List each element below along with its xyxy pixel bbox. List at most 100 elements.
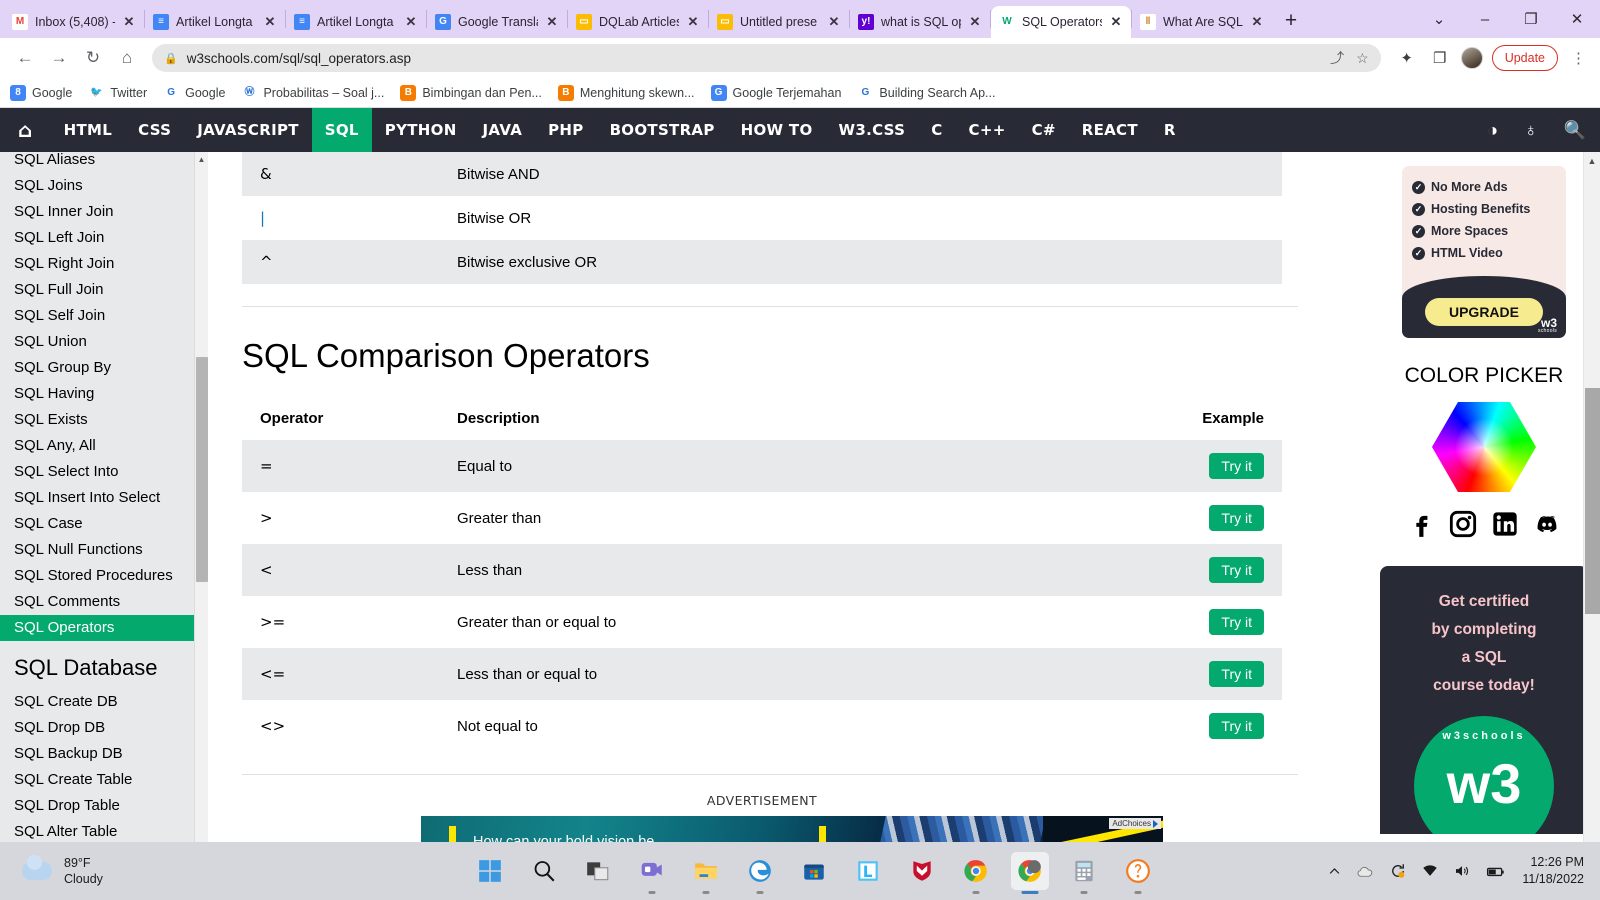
- w3nav-item-java[interactable]: JAVA: [470, 108, 536, 152]
- certification-promo-card[interactable]: Get certified by completing a SQL course…: [1380, 566, 1588, 834]
- discord-icon[interactable]: [1533, 510, 1561, 538]
- weather-widget[interactable]: 89°F Cloudy: [0, 855, 300, 887]
- browser-tab[interactable]: ≡ Artikel Longta ✕: [286, 6, 426, 38]
- share-icon[interactable]: ⤴: [1330, 48, 1344, 68]
- sidebar-item-sql-create-db[interactable]: SQL Create DB: [0, 689, 208, 715]
- start-button[interactable]: [471, 852, 509, 890]
- browser-tab[interactable]: y! what is SQL op ✕: [850, 6, 990, 38]
- tab-close-icon[interactable]: ✕: [404, 14, 418, 30]
- color-picker-widget[interactable]: [1368, 402, 1600, 492]
- sidebar-item-sql-select-into[interactable]: SQL Select Into: [0, 459, 208, 485]
- task-view-icon[interactable]: [579, 852, 617, 890]
- taskbar-clock[interactable]: 12:26 PM 11/18/2022: [1522, 854, 1600, 888]
- browser-tab[interactable]: ▭ DQLab Articles ✕: [568, 6, 708, 38]
- w3-home-icon[interactable]: ⌂: [0, 108, 51, 152]
- browser-tab[interactable]: ▭ Untitled prese ✕: [709, 6, 849, 38]
- home-button[interactable]: ⌂: [112, 43, 142, 73]
- tab-close-icon[interactable]: ✕: [686, 14, 700, 30]
- sidebar-item-sql-left-join[interactable]: SQL Left Join: [0, 225, 208, 251]
- w3nav-item-html[interactable]: HTML: [51, 108, 125, 152]
- upgrade-promo-card[interactable]: ✓ No More Ads ✓ Hosting Benefits ✓ More Space…: [1402, 166, 1566, 338]
- try-it-button[interactable]: Try it: [1209, 505, 1264, 531]
- sidebar-item-sql-drop-db[interactable]: SQL Drop DB: [0, 715, 208, 741]
- update-button[interactable]: Update: [1491, 45, 1558, 71]
- sidebar-item-sql-comments[interactable]: SQL Comments: [0, 589, 208, 615]
- w3nav-item-bootstrap[interactable]: BOOTSTRAP: [597, 108, 728, 152]
- w3nav-item-c-[interactable]: C++: [956, 108, 1019, 152]
- tab-close-icon[interactable]: ✕: [1250, 14, 1264, 30]
- forward-button[interactable]: →: [44, 43, 74, 73]
- back-button[interactable]: ←: [10, 43, 40, 73]
- sidebar-item-sql-full-join[interactable]: SQL Full Join: [0, 277, 208, 303]
- file-explorer-icon[interactable]: [687, 852, 725, 894]
- lightshot-icon[interactable]: [849, 852, 887, 890]
- sidebar-item-sql-union[interactable]: SQL Union: [0, 329, 208, 355]
- sidebar-item-sql-insert-into-select[interactable]: SQL Insert Into Select: [0, 485, 208, 511]
- tab-close-icon[interactable]: ✕: [122, 14, 136, 30]
- upgrade-button[interactable]: UPGRADE: [1425, 298, 1543, 326]
- w3nav-item-php[interactable]: PHP: [535, 108, 596, 152]
- chrome-active-icon[interactable]: [1010, 852, 1049, 894]
- try-it-button[interactable]: Try it: [1209, 609, 1264, 635]
- try-it-button[interactable]: Try it: [1209, 713, 1264, 739]
- show-hidden-icons[interactable]: [1327, 864, 1342, 879]
- side-panel-icon[interactable]: ❐: [1428, 46, 1452, 70]
- microsoft-store-icon[interactable]: [795, 852, 833, 890]
- battery-icon[interactable]: [1485, 861, 1506, 882]
- wifi-icon[interactable]: [1421, 862, 1439, 880]
- sidebar-scroll-up-arrow[interactable]: ▲: [195, 152, 208, 166]
- sidebar-item-sql-group-by[interactable]: SQL Group By: [0, 355, 208, 381]
- sidebar-item-sql-right-join[interactable]: SQL Right Join: [0, 251, 208, 277]
- address-bar[interactable]: 🔒 w3schools.com/sql/sql_operators.asp ⤴ …: [152, 44, 1381, 72]
- translate-globe-icon[interactable]: ♁: [1524, 120, 1538, 141]
- browser-tab[interactable]: ‖ What Are SQL ✕: [1132, 6, 1272, 38]
- w3nav-item-python[interactable]: PYTHON: [372, 108, 470, 152]
- bookmark-item[interactable]: 🐦 Twitter: [88, 84, 147, 101]
- tab-search-button[interactable]: ⌄: [1416, 0, 1462, 38]
- browser-tab[interactable]: G Google Transla ✕: [427, 6, 567, 38]
- linkedin-icon[interactable]: [1491, 510, 1519, 538]
- teams-chat-icon[interactable]: [633, 852, 671, 894]
- tab-close-icon[interactable]: ✕: [827, 14, 841, 30]
- calculator-icon[interactable]: [1065, 852, 1103, 894]
- extensions-icon[interactable]: ✦: [1395, 46, 1419, 70]
- w3nav-item-sql[interactable]: SQL: [311, 108, 372, 152]
- browser-tab[interactable]: ≡ Artikel Longta ✕: [145, 6, 285, 38]
- sidebar-item-sql-drop-table[interactable]: SQL Drop Table: [0, 793, 208, 819]
- w3nav-item-r[interactable]: R: [1151, 108, 1189, 152]
- sidebar-item-sql-case[interactable]: SQL Case: [0, 511, 208, 537]
- page-scrollbar[interactable]: ▲ ▼: [1583, 152, 1600, 858]
- w3nav-item-how-to[interactable]: HOW TO: [728, 108, 826, 152]
- w3nav-item-w3-css[interactable]: W3.CSS: [826, 108, 919, 152]
- bookmark-item[interactable]: Ⓦ Probabilitas – Soal j...: [241, 84, 384, 101]
- w3nav-item-css[interactable]: CSS: [125, 108, 184, 152]
- browser-tab-active[interactable]: W SQL Operators ✕: [991, 6, 1131, 38]
- profile-avatar[interactable]: [1460, 47, 1483, 69]
- sidebar-item-sql-null-functions[interactable]: SQL Null Functions: [0, 537, 208, 563]
- mcafee-icon[interactable]: [903, 852, 941, 890]
- edge-icon[interactable]: [741, 852, 779, 894]
- sidebar-item-sql-joins[interactable]: SQL Joins: [0, 173, 208, 199]
- app-orange-icon[interactable]: [1119, 852, 1157, 894]
- new-tab-button[interactable]: +: [1277, 7, 1305, 35]
- tab-close-icon[interactable]: ✕: [968, 14, 982, 30]
- browser-tab[interactable]: M Inbox (5,408) - ✕: [4, 6, 144, 38]
- maximize-button[interactable]: ❐: [1508, 0, 1554, 38]
- bookmark-item[interactable]: G Google: [163, 84, 225, 101]
- adchoices-badge[interactable]: AdChoices: [1109, 818, 1161, 829]
- close-window-button[interactable]: ✕: [1554, 0, 1600, 38]
- update-pending-icon[interactable]: [1389, 862, 1407, 880]
- sidebar-item-sql-aliases[interactable]: SQL Aliases: [0, 152, 208, 173]
- sidebar-item-sql-backup-db[interactable]: SQL Backup DB: [0, 741, 208, 767]
- tab-close-icon[interactable]: ✕: [263, 14, 277, 30]
- reload-button[interactable]: ↻: [78, 43, 108, 73]
- w3nav-item-c[interactable]: C: [918, 108, 955, 152]
- page-scroll-thumb[interactable]: [1585, 388, 1600, 614]
- sidebar-item-sql-any-all[interactable]: SQL Any, All: [0, 433, 208, 459]
- sidebar-item-sql-create-table[interactable]: SQL Create Table: [0, 767, 208, 793]
- minimize-button[interactable]: –: [1462, 0, 1508, 38]
- page-scroll-up-arrow[interactable]: ▲: [1584, 152, 1600, 169]
- search-taskbar-icon[interactable]: [525, 852, 563, 890]
- instagram-icon[interactable]: [1449, 510, 1477, 538]
- sidebar-item-sql-exists[interactable]: SQL Exists: [0, 407, 208, 433]
